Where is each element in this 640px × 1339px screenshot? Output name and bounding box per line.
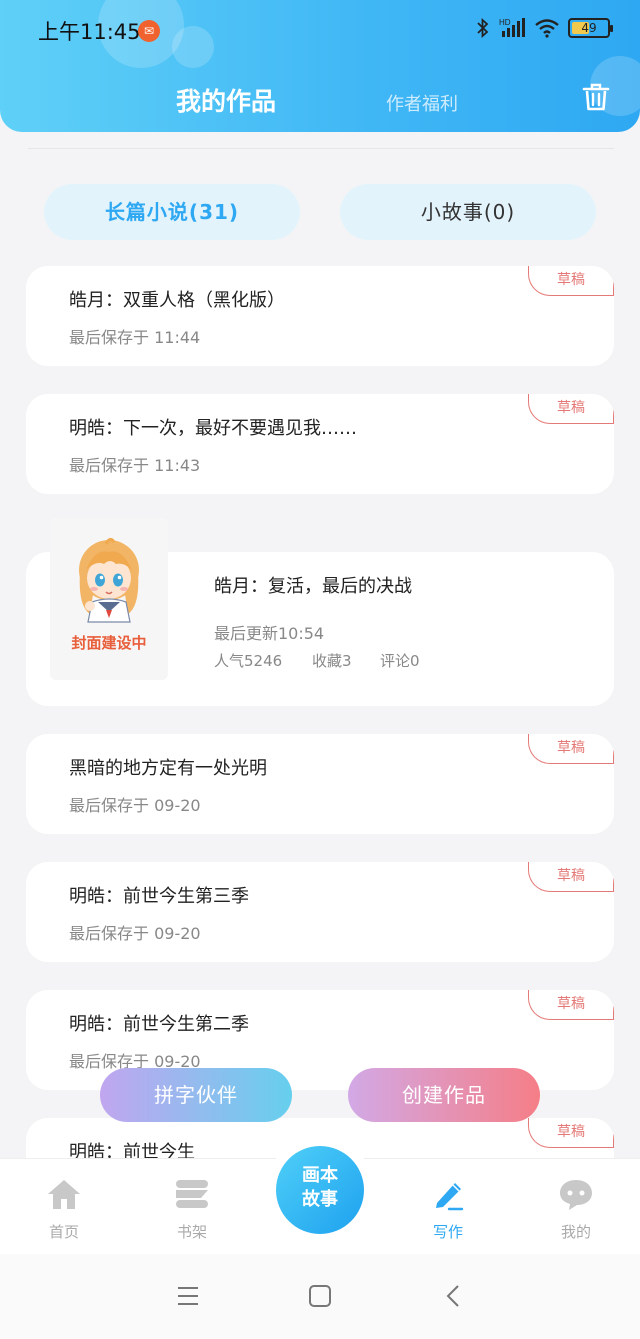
notification-icon: ✉ (138, 20, 160, 42)
status-time: 上午11:45 (38, 20, 141, 44)
work-title: 明皓：前世今生第二季 (69, 1014, 249, 1035)
work-popularity: 人气5246 (214, 652, 283, 670)
work-card[interactable]: 黑暗的地方定有一处光明 最后保存于 09-20 草稿 (26, 734, 614, 834)
work-save-time: 最后保存于 11:43 (69, 456, 201, 475)
word-partner-button[interactable]: 拼字伙伴 (100, 1068, 292, 1122)
picture-story-label-line1: 画本 (302, 1165, 338, 1186)
work-title: 明皓：下一次，最好不要遇见我…… (69, 418, 357, 439)
work-title: 黑暗的地方定有一处光明 (69, 758, 267, 779)
work-card[interactable]: 明皓：下一次，最好不要遇见我…… 最后保存于 11:43 草稿 (26, 394, 614, 494)
tab-my-works[interactable]: 我的作品 (176, 82, 276, 118)
system-nav-bar (0, 1254, 640, 1339)
tab-long-novel[interactable]: 长篇小说(31) (44, 184, 300, 240)
menu-icon[interactable] (174, 1282, 202, 1310)
divider (28, 148, 614, 149)
nav-write-label: 写作 (432, 1223, 463, 1241)
work-save-time: 最后保存于 09-20 (69, 796, 201, 815)
nav-write[interactable]: 写作 (408, 1177, 488, 1242)
battery-icon: 49 (568, 18, 613, 38)
work-card[interactable]: 皓月：双重人格（黑化版） 最后保存于 11:44 草稿 (26, 266, 614, 366)
wifi-icon (535, 19, 559, 38)
work-comments: 评论0 (380, 652, 420, 670)
draft-tag: 草稿 (528, 266, 614, 296)
network-label: HD (499, 18, 511, 27)
work-cover[interactable]: 封面建设中 (50, 518, 168, 680)
pen-icon (436, 1183, 464, 1211)
create-work-button[interactable]: 创建作品 (348, 1068, 540, 1122)
nav-mine-label: 我的 (560, 1223, 591, 1241)
draft-tag: 草稿 (528, 394, 614, 424)
back-icon[interactable] (440, 1282, 468, 1310)
draft-tag: 草稿 (528, 734, 614, 764)
work-title: 明皓：前世今生第三季 (69, 886, 249, 907)
work-update-time: 最后更新10:54 (214, 624, 325, 643)
draft-tag: 草稿 (528, 862, 614, 892)
tab-author-welfare[interactable]: 作者福利 (386, 90, 458, 116)
nav-mine[interactable]: 我的 (536, 1177, 616, 1242)
draft-tag: 草稿 (528, 990, 614, 1020)
bluetooth-icon (477, 18, 489, 38)
home-square-icon[interactable] (306, 1282, 334, 1310)
picture-story-label-line2: 故事 (302, 1189, 338, 1210)
status-icons: HD 49 (476, 17, 613, 39)
draft-tag: 草稿 (528, 1118, 614, 1148)
picture-story-button[interactable]: 画本 故事 (276, 1146, 364, 1234)
work-favorites: 收藏3 (312, 652, 352, 670)
chat-bubble-icon (560, 1180, 592, 1210)
nav-home[interactable]: 首页 (24, 1177, 104, 1242)
tab-short-story[interactable]: 小故事(0) (340, 184, 596, 240)
work-title: 皓月：复活，最后的决战 (214, 576, 412, 597)
anime-girl-avatar (79, 537, 139, 623)
work-title: 皓月：双重人格（黑化版） (69, 290, 285, 311)
home-icon (48, 1180, 80, 1209)
nav-home-label: 首页 (48, 1223, 79, 1241)
nav-bookshelf-label: 书架 (176, 1223, 207, 1241)
signal-icon: HD (499, 18, 525, 37)
work-card[interactable]: 明皓：前世今生第三季 最后保存于 09-20 草稿 (26, 862, 614, 962)
header-bar: 上午11:45 ✉ HD 49 我的作品 作者福利 (0, 0, 640, 132)
decor-bubble (172, 26, 214, 68)
battery-text: 49 (581, 21, 597, 35)
bookshelf-icon (176, 1180, 208, 1208)
nav-bookshelf[interactable]: 书架 (152, 1177, 232, 1242)
work-save-time: 最后保存于 11:44 (69, 328, 201, 347)
trash-icon[interactable] (582, 82, 610, 112)
cover-placeholder-label: 封面建设中 (71, 634, 147, 652)
work-save-time: 最后保存于 09-20 (69, 924, 201, 943)
